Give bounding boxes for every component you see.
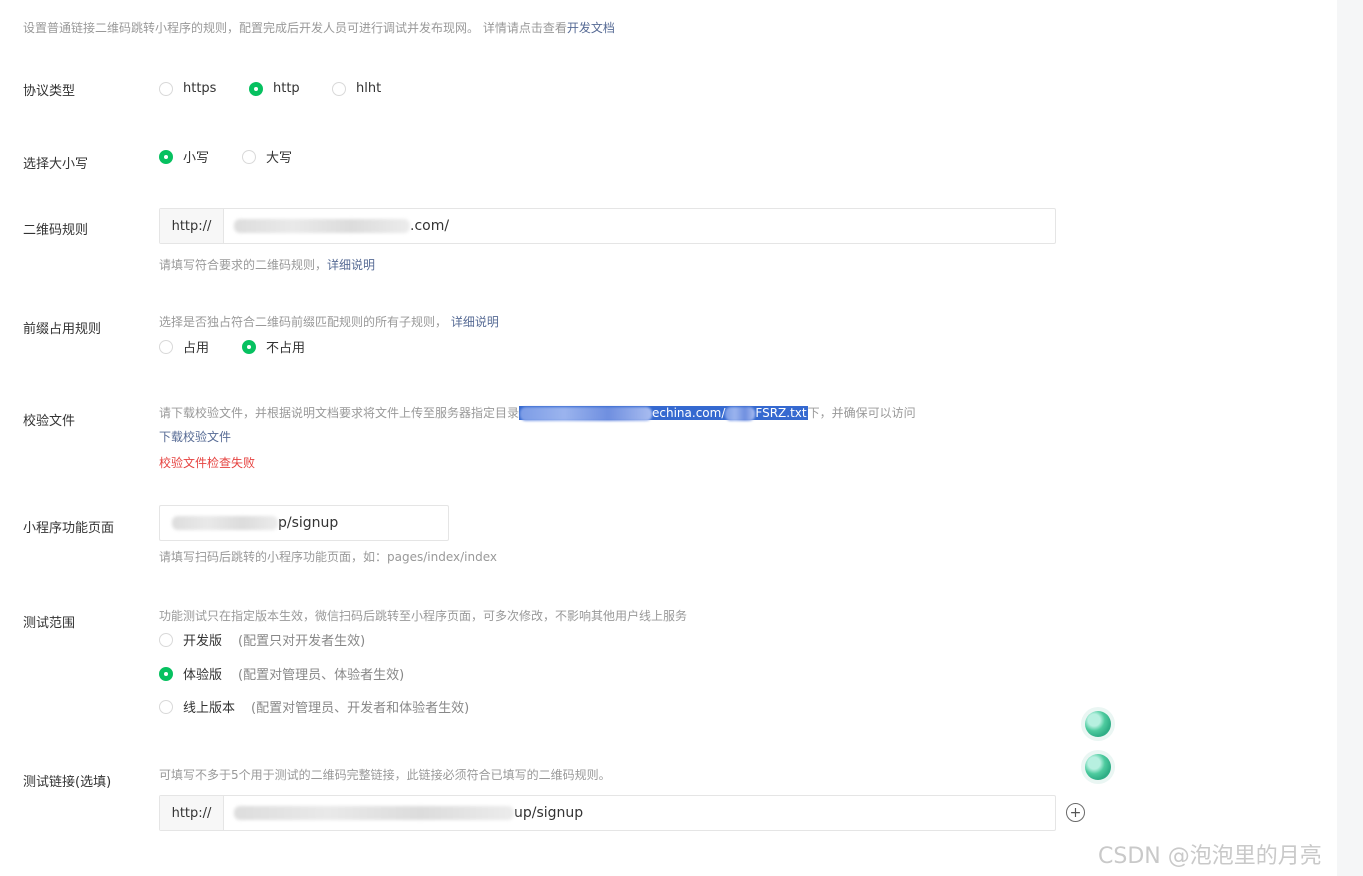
test-link-value[interactable]: up/signup (224, 796, 1055, 830)
radio-label: 大写 (266, 151, 293, 166)
verify-file-desc-before: 请下载校验文件，并根据说明文档要求将文件上传至服务器指定目录 (159, 406, 520, 420)
mp-page-label: 小程序功能页面 (23, 521, 115, 536)
floating-assistant-icon[interactable] (1081, 707, 1115, 741)
radio-http[interactable]: http (249, 81, 300, 96)
mp-page-value-suffix: p/signup (278, 515, 339, 531)
qr-rule-input[interactable]: http:// .com/ (159, 208, 1056, 244)
prefix-rule-desc: 选择是否独占符合二维码前缀匹配规则的所有子规则， 详细说明 (159, 313, 499, 330)
test-scope-label: 测试范围 (23, 616, 76, 631)
intro-text: 设置普通链接二维码跳转小程序的规则，配置完成后开发人员可进行调试并发布现网。 详… (23, 19, 615, 36)
watermark: CSDN @泡泡里的月亮 (1098, 844, 1322, 869)
verify-file-label: 校验文件 (23, 414, 76, 429)
verify-file-desc: 请下载校验文件，并根据说明文档要求将文件上传至服务器指定目录 echina.com… (159, 404, 916, 421)
mp-page-hint: 请填写扫码后跳转的小程序功能页面，如：pages/index/index (159, 550, 497, 564)
download-verify-file[interactable]: 下载校验文件 (159, 428, 231, 445)
radio-circle[interactable] (159, 339, 173, 354)
radio-circle[interactable] (159, 632, 173, 647)
qr-rule-label: 二维码规则 (23, 223, 89, 238)
verify-file-desc-after: 下，并确保可以访问 (807, 406, 916, 420)
radio-circle[interactable] (242, 339, 256, 354)
prefix-rule-label: 前缀占用规则 (23, 322, 102, 337)
intro-description: 设置普通链接二维码跳转小程序的规则，配置完成后开发人员可进行调试并发布现网。 详… (23, 21, 567, 35)
radio-note: (配置只对开发者生效) (238, 634, 366, 649)
radio-dev-version[interactable]: 开发版 (配置只对开发者生效) (159, 630, 365, 649)
radio-label: 开发版 (183, 634, 223, 649)
qr-rule-value-suffix: .com/ (410, 218, 450, 234)
radio-uppercase[interactable]: 大写 (242, 147, 292, 166)
test-link-input[interactable]: http:// up/signup (159, 795, 1056, 831)
radio-circle[interactable] (159, 666, 173, 681)
redacted-text (234, 806, 514, 820)
qr-rule-prefix: http:// (160, 209, 224, 243)
prefix-rule-detail-link[interactable]: 详细说明 (451, 315, 499, 329)
qr-rule-value[interactable]: .com/ (224, 209, 1055, 243)
test-link-prefix: http:// (160, 796, 224, 830)
test-link-label: 测试链接(选填) (23, 775, 112, 790)
radio-circle[interactable] (159, 81, 173, 96)
case-label: 选择大小写 (23, 157, 89, 172)
radio-hlht[interactable]: hlht (332, 81, 381, 96)
selected-path-mid: echina.com/ (652, 406, 726, 420)
add-test-link-button[interactable]: + (1066, 803, 1085, 822)
mp-page-input[interactable]: p/signup (159, 505, 449, 541)
redacted-text (725, 406, 756, 421)
radio-label: 小写 (183, 151, 210, 166)
floating-assistant-icon[interactable] (1081, 750, 1115, 784)
radio-circle[interactable] (242, 149, 256, 164)
radio-trial-version[interactable]: 体验版 (配置对管理员、体验者生效) (159, 664, 404, 683)
redacted-text (520, 406, 653, 421)
radio-note: (配置对管理员、体验者生效) (238, 668, 405, 683)
protocol-label: 协议类型 (23, 84, 76, 99)
radio-label: hlht (356, 81, 382, 96)
radio-circle[interactable] (159, 699, 173, 714)
selected-path: echina.com/FSRZ.txt (519, 406, 808, 421)
redacted-text (172, 516, 278, 530)
test-link-value-suffix: up/signup (514, 805, 584, 821)
radio-label: 占用 (183, 341, 210, 356)
radio-not-occupy[interactable]: 不占用 (242, 337, 305, 356)
radio-label: http (273, 81, 300, 96)
radio-label: 体验版 (183, 668, 223, 683)
verify-file-error: 校验文件检查失败 (159, 456, 256, 470)
qr-rule-detail-link[interactable]: 详细说明 (327, 258, 375, 272)
radio-label: 不占用 (266, 341, 306, 356)
mp-page-value[interactable]: p/signup (160, 506, 448, 540)
selected-path-end: FSRZ.txt (755, 406, 807, 420)
download-verify-file-link[interactable]: 下载校验文件 (159, 430, 231, 444)
radio-circle[interactable] (159, 149, 173, 164)
test-scope-desc: 功能测试只在指定版本生效，微信扫码后跳转至小程序页面，可多次修改，不影响其他用户… (159, 609, 688, 623)
radio-online-version[interactable]: 线上版本 (配置对管理员、开发者和体验者生效) (159, 697, 469, 716)
radio-lowercase[interactable]: 小写 (159, 147, 209, 166)
radio-circle[interactable] (249, 81, 263, 96)
scrollbar[interactable] (1337, 0, 1363, 876)
radio-occupy[interactable]: 占用 (159, 337, 209, 356)
radio-note: (配置对管理员、开发者和体验者生效) (251, 701, 470, 716)
radio-circle[interactable] (332, 81, 346, 96)
radio-https[interactable]: https (159, 81, 216, 96)
qr-rule-hint: 请填写符合要求的二维码规则，详细说明 (159, 256, 375, 273)
qr-rule-hint-text: 请填写符合要求的二维码规则， (159, 258, 328, 272)
radio-label: 线上版本 (183, 701, 236, 716)
prefix-rule-desc-text: 选择是否独占符合二维码前缀匹配规则的所有子规则， (159, 315, 448, 329)
test-link-desc: 可填写不多于5个用于测试的二维码完整链接，此链接必须符合已填写的二维码规则。 (159, 768, 611, 782)
radio-label: https (183, 81, 217, 96)
redacted-text (234, 219, 410, 233)
dev-docs-link[interactable]: 开发文档 (567, 21, 615, 35)
